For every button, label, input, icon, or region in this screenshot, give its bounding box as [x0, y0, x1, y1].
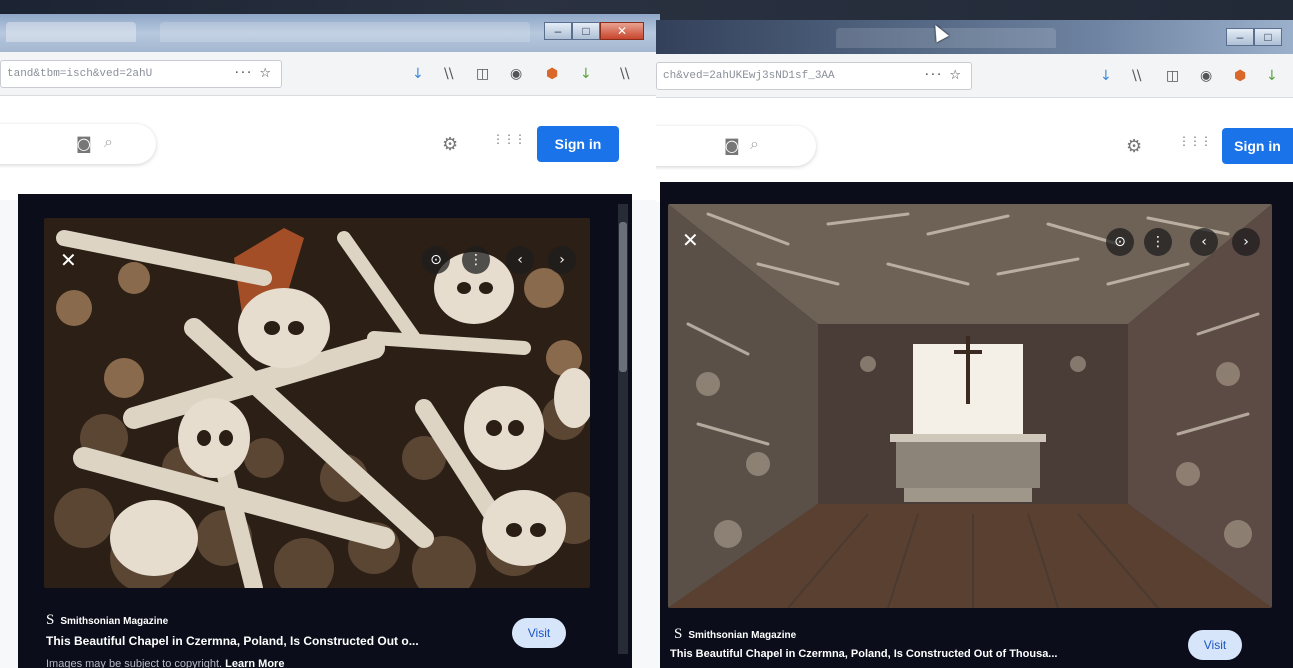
preview-image[interactable] [44, 218, 590, 588]
title-bar: – □ ✕ [0, 14, 660, 52]
url-bar[interactable]: tand&tbm=isch&ved=2ahU ··· ☆ [0, 60, 282, 88]
source-name: Smithsonian Magazine [60, 616, 169, 627]
close-preview-icon[interactable]: ✕ [682, 230, 699, 250]
visit-button[interactable]: Visit [512, 618, 566, 648]
search-icon[interactable]: ⌕ [750, 134, 759, 154]
extension-icon[interactable]: ◉ [510, 66, 522, 82]
addon-icon[interactable]: ↓ [580, 66, 592, 82]
image-title[interactable]: This Beautiful Chapel in Czermna, Poland… [670, 648, 1057, 660]
maximize-icon[interactable]: □ [1254, 28, 1282, 46]
source-logo: S [46, 612, 55, 628]
source-name: Smithsonian Magazine [688, 630, 797, 641]
browser-tab[interactable] [6, 22, 136, 42]
window-controls: – □ ✕ [544, 22, 644, 40]
page-actions-icon[interactable]: ··· ☆ [235, 61, 273, 87]
sign-in-button[interactable]: Sign in [1222, 128, 1293, 164]
minimize-icon[interactable]: – [544, 22, 572, 40]
source-label[interactable]: S Smithsonian Magazine [46, 612, 168, 629]
shield-icon[interactable]: ⬢ [546, 66, 558, 82]
download-icon[interactable]: ↓ [1100, 68, 1112, 84]
maximize-icon[interactable]: □ [572, 22, 600, 40]
previous-image-icon[interactable]: ‹ [506, 246, 534, 274]
search-box[interactable]: ◙ ⌕ [0, 124, 156, 164]
more-options-icon[interactable]: ⋮ [462, 246, 490, 274]
sign-in-button[interactable]: Sign in [537, 126, 619, 162]
minimize-icon[interactable]: – [1226, 28, 1254, 46]
apps-grid-icon[interactable]: ⋮⋮⋮ [1178, 134, 1212, 148]
browser-window-right: – □ ch&ved=2ahUKEwj3sND1sf_3AA ··· ☆ ↓ \… [656, 20, 1293, 668]
browser-window-left: – □ ✕ tand&tbm=isch&ved=2ahU ··· ☆ ↓ \\ … [0, 14, 660, 668]
scrollbar-thumb[interactable] [619, 222, 627, 372]
page-actions-icon[interactable]: ··· ☆ [925, 63, 963, 89]
visit-button[interactable]: Visit [1188, 630, 1242, 660]
apps-grid-icon[interactable]: ⋮⋮⋮ [492, 132, 526, 146]
library-icon[interactable]: \\ [444, 66, 453, 82]
bookmark-star-icon[interactable]: ☆ [949, 68, 963, 83]
copyright-notice: Images may be subject to copyright. Lear… [46, 658, 285, 668]
settings-icon[interactable]: ⚙ [1126, 136, 1142, 157]
chapel-interior-photo [668, 204, 1272, 608]
google-header: ◙ ⌕ ⚙ ⋮⋮⋮ Sign in [0, 96, 660, 200]
image-title[interactable]: This Beautiful Chapel in Czermna, Poland… [46, 634, 419, 648]
search-icon[interactable]: ⌕ [104, 132, 113, 152]
previous-image-icon[interactable]: ‹ [1190, 228, 1218, 256]
download-icon[interactable]: ↓ [412, 66, 424, 82]
camera-icon[interactable]: ◙ [724, 136, 740, 155]
sidebar-icon[interactable]: ◫ [476, 66, 489, 82]
navigation-bar: ch&ved=2ahUKEwj3sND1sf_3AA ··· ☆ ↓ \\ ◫ … [656, 54, 1293, 98]
close-preview-icon[interactable]: ✕ [60, 250, 77, 270]
lens-icon[interactable]: ⊙ [1106, 228, 1134, 256]
search-box[interactable]: ◙ ⌕ [656, 126, 816, 166]
ossuary-bones-photo [44, 218, 590, 588]
source-label[interactable]: S Smithsonian Magazine [674, 626, 796, 643]
url-bar[interactable]: ch&ved=2ahUKEwj3sND1sf_3AA ··· ☆ [656, 62, 972, 90]
addon-icon[interactable]: ↓ [1266, 68, 1278, 84]
bookmark-star-icon[interactable]: ☆ [259, 66, 273, 81]
window-close-icon[interactable]: ✕ [600, 22, 644, 40]
settings-icon[interactable]: ⚙ [442, 134, 458, 155]
url-text: tand&tbm=isch&ved=2ahU [7, 68, 153, 80]
lens-icon[interactable]: ⊙ [422, 246, 450, 274]
next-image-icon[interactable]: › [548, 246, 576, 274]
extension-icon[interactable]: ◉ [1200, 68, 1212, 84]
image-preview-panel: ✕ ⊙ ⋮ ‹ › S Smithsonian Magazine This Bea… [660, 182, 1293, 668]
browser-tab[interactable] [160, 22, 530, 42]
source-logo: S [674, 626, 683, 642]
url-text: ch&ved=2ahUKEwj3sND1sf_3AA [663, 70, 835, 82]
preview-image[interactable] [668, 204, 1272, 608]
title-bar: – □ [656, 20, 1293, 54]
more-options-icon[interactable]: ⋮ [1144, 228, 1172, 256]
learn-more-link[interactable]: Learn More [225, 658, 284, 668]
next-image-icon[interactable]: › [1232, 228, 1260, 256]
window-controls: – □ [1226, 28, 1282, 46]
navigation-bar: tand&tbm=isch&ved=2ahU ··· ☆ ↓ \\ ◫ ◉ ⬢ … [0, 52, 660, 96]
panel-scrollbar[interactable] [618, 204, 628, 654]
camera-icon[interactable]: ◙ [76, 134, 92, 153]
shield-icon[interactable]: ⬢ [1234, 68, 1246, 84]
image-preview-panel: ✕ ⊙ ⋮ ‹ › S Smithsonian Magazine This Bea… [18, 194, 632, 668]
sidebar-icon[interactable]: ◫ [1166, 68, 1179, 84]
menu-icon[interactable]: \\ [620, 66, 629, 82]
library-icon[interactable]: \\ [1132, 68, 1141, 84]
